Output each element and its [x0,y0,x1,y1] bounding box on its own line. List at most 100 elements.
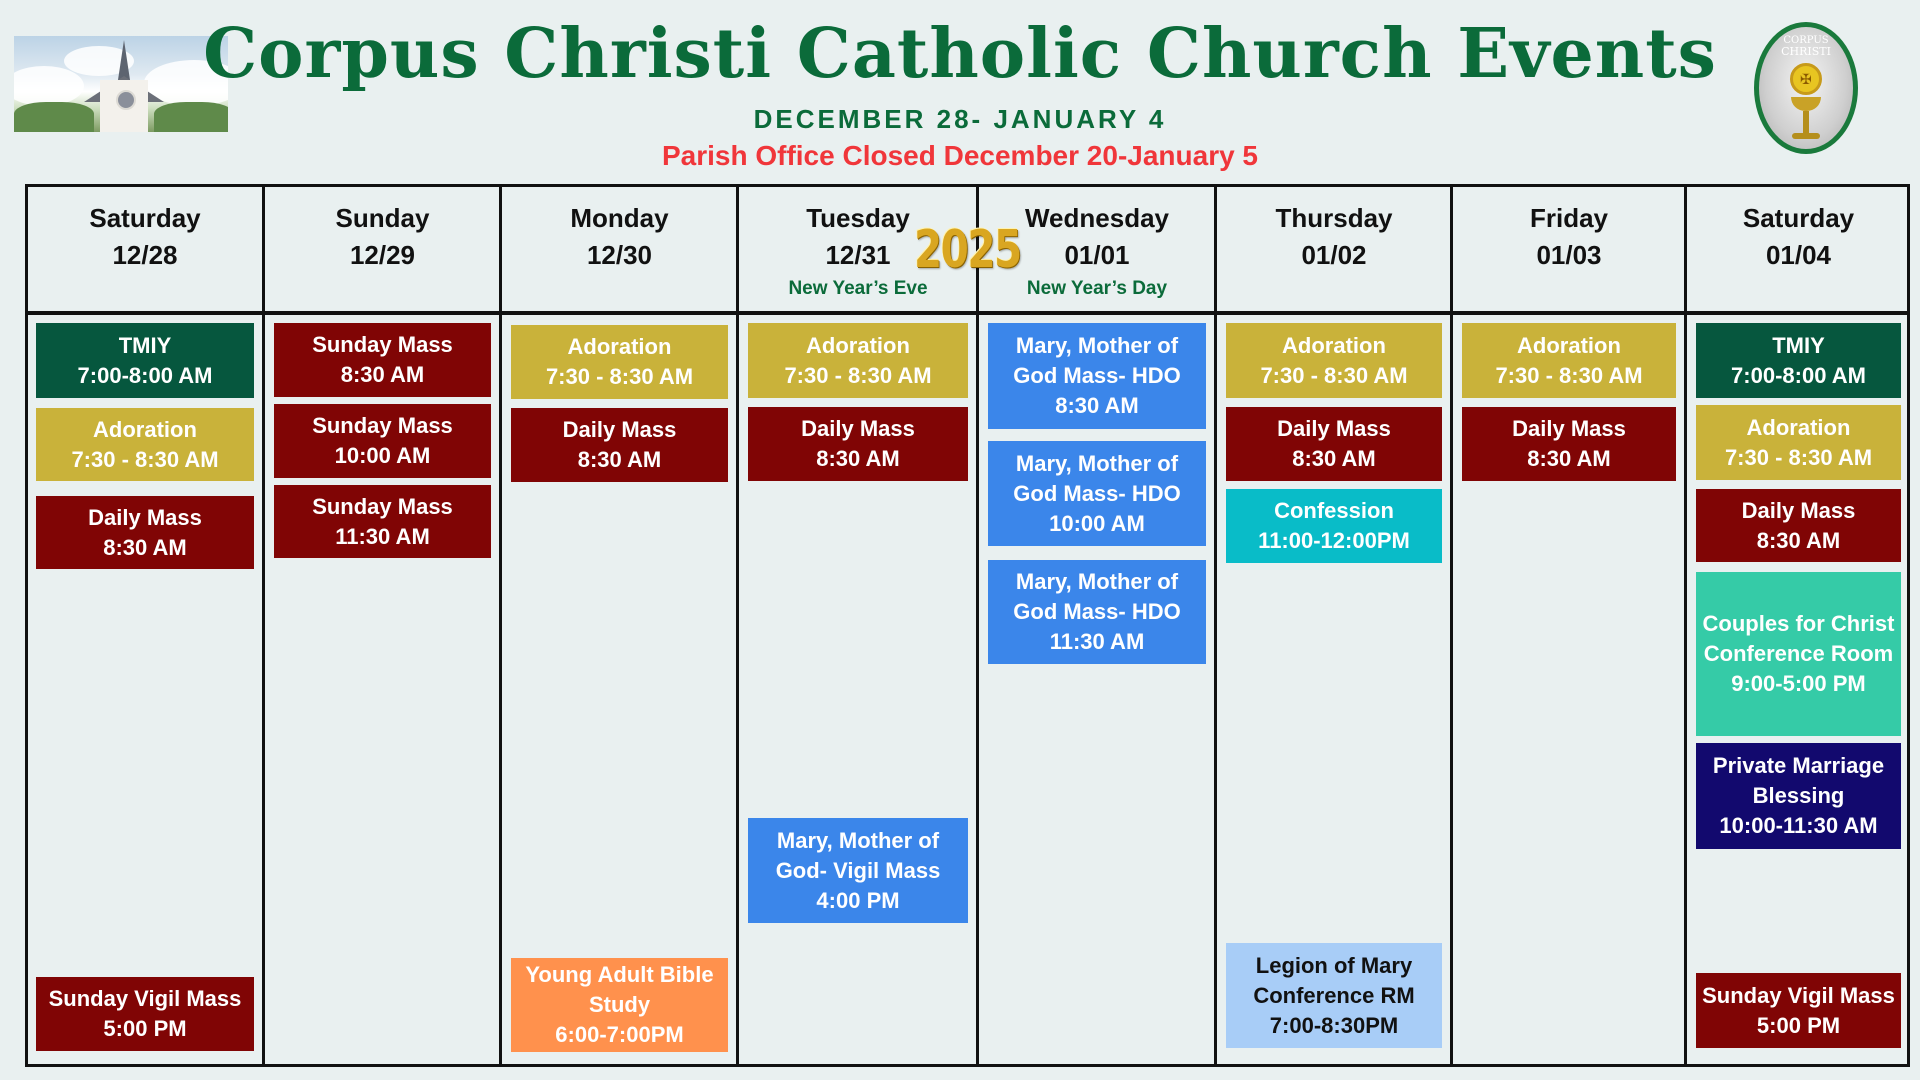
event-title: Sunday Vigil Mass [1702,982,1895,1008]
event-time: 4:00 PM [816,887,900,913]
event-mass[interactable]: Daily Mass 8:30 AM [1226,407,1442,481]
event-title: Daily Mass [1277,416,1391,441]
event-mass[interactable]: Sunday Mass 11:30 AM [274,485,491,558]
day-date: 12/30 [586,240,653,270]
event-mass[interactable]: Daily Mass 8:30 AM [1462,407,1676,481]
day-header: Thursday 01/02 [1218,200,1450,274]
event-title: Adoration [1517,332,1621,358]
event-tmiy[interactable]: TMIY 7:00-8:00 AM [1696,323,1901,398]
event-time: 8:30 AM [816,446,900,471]
column-divider [1214,184,1217,1067]
day-header: Saturday 12/28 [28,200,262,274]
event-time: 7:30 - 8:30 AM [1495,362,1643,388]
event-adoration[interactable]: Adoration 7:30 - 8:30 AM [511,325,728,399]
event-title: Adoration [1282,332,1386,358]
logo-text-mid: CHRISTI [1781,45,1831,58]
event-time: 7:30 - 8:30 AM [71,446,219,472]
event-mass[interactable]: Daily Mass 8:30 AM [1696,489,1901,562]
event-adoration[interactable]: Adoration 7:30 - 8:30 AM [36,408,254,481]
event-time: 10:00-11:30 AM [1719,813,1878,838]
year-2025-badge: 2025 [914,220,1022,280]
event-young-adult[interactable]: Young Adult Bible Study 6:00-7:00PM [511,958,728,1052]
event-tmiy[interactable]: TMIY 7:00-8:00 AM [36,323,254,398]
event-adoration[interactable]: Adoration 7:30 - 8:30 AM [1462,323,1676,398]
event-time: 8:30 AM [1292,446,1376,471]
chalice-stem [1803,111,1809,133]
event-couples[interactable]: Couples for Christ Conference Room 9:00-5… [1696,572,1901,736]
event-time: 5:00 PM [1756,1012,1841,1038]
event-time: 10:00 AM [1049,510,1145,536]
column-divider [262,184,265,1067]
day-header: Sunday 12/29 [266,200,499,274]
column-divider [976,184,979,1067]
event-time: 7:30 - 8:30 AM [1724,444,1873,470]
event-mass[interactable]: Sunday Vigil Mass 5:00 PM [36,977,254,1051]
event-confession[interactable]: Confession 11:00-12:00PM [1226,489,1442,563]
event-title: Sunday Mass [312,413,453,438]
column-divider [1684,184,1687,1067]
day-date: 01/04 [1765,240,1832,270]
event-mass[interactable]: Sunday Mass 8:30 AM [274,323,491,397]
column-divider [736,184,739,1067]
chalice-icon [1791,97,1821,111]
event-title: Daily Mass [1741,497,1856,523]
day-date: 12/29 [349,240,416,270]
chalice-base [1792,133,1820,139]
event-title: Sunday Mass [312,493,453,519]
event-time: 7:30 - 8:30 AM [1260,362,1408,388]
eucharist-host-icon: ✠ [1790,63,1822,95]
event-time: 7:30 - 8:30 AM [545,364,694,389]
date-range: DECEMBER 28- JANUARY 4 [753,104,1167,134]
event-title: Mary, Mother of God- Vigil Mass [775,827,941,883]
holiday-label: New Year’s Eve [788,278,928,299]
event-title: Legion of Mary Conference RM [1253,952,1415,1008]
day-name: Monday [570,203,669,233]
event-time: 6:00-7:00PM [555,1022,684,1047]
event-time: 9:00-5:00 PM [1731,671,1866,696]
event-time: 8:30 AM [340,362,425,387]
event-mass[interactable]: Daily Mass 8:30 AM [748,407,968,481]
event-title: Daily Mass [562,417,677,442]
event-legion[interactable]: Legion of Mary Conference RM 7:00-8:30PM [1226,943,1442,1048]
event-title: Adoration [1746,414,1851,440]
event-adoration[interactable]: Adoration 7:30 - 8:30 AM [748,323,968,398]
column-divider [499,184,502,1067]
event-mass[interactable]: Daily Mass 8:30 AM [36,496,254,569]
event-adoration[interactable]: Adoration 7:30 - 8:30 AM [1226,323,1442,398]
event-mass[interactable]: Sunday Mass 10:00 AM [274,404,491,478]
day-name: Saturday [1742,203,1855,233]
event-time: 10:00 AM [334,443,431,468]
event-time: 11:30 AM [335,523,430,549]
day-name: Thursday [1275,203,1393,233]
event-holy-day-mass[interactable]: Mary, Mother of God Mass- HDO 8:30 AM [988,323,1206,429]
day-date: 01/03 [1536,240,1602,270]
event-title: TMIY [1772,332,1825,358]
event-mass[interactable]: Sunday Vigil Mass 5:00 PM [1696,973,1901,1048]
event-time: 8:30 AM [577,447,662,472]
event-title: Couples for Christ Conference Room [1702,611,1895,666]
day-name: Saturday [89,203,201,233]
event-time: 11:30 AM [1049,629,1145,654]
event-time: 8:30 AM [1527,446,1611,471]
page-title: Corpus Christi Catholic Church Events [203,14,1717,94]
day-date: 12/28 [112,240,178,270]
event-private-blessing[interactable]: Private Marriage Blessing 10:00-11:30 AM [1696,743,1901,849]
event-time: 7:00-8:30PM [1269,1012,1399,1038]
event-holy-day-mass[interactable]: Mary, Mother of God- Vigil Mass 4:00 PM [748,818,968,923]
event-mass[interactable]: Daily Mass 8:30 AM [511,408,728,482]
event-title: Private Marriage Blessing [1712,753,1885,808]
event-time: 8:30 AM [1055,393,1139,418]
event-title: Daily Mass [801,416,915,441]
day-name: Friday [1529,203,1609,233]
event-holy-day-mass[interactable]: Mary, Mother of God Mass- HDO 11:30 AM [988,560,1206,664]
event-time: 7:30 - 8:30 AM [784,362,932,388]
event-title: Daily Mass [1512,416,1626,441]
event-adoration[interactable]: Adoration 7:30 - 8:30 AM [1696,405,1901,480]
event-holy-day-mass[interactable]: Mary, Mother of God Mass- HDO 10:00 AM [988,441,1206,546]
holiday-label: New Year’s Day [1026,278,1168,299]
day-header: Saturday 01/04 [1688,200,1909,274]
header-divider [25,311,1910,315]
event-title: Mary, Mother of God Mass- HDO [1013,450,1181,506]
event-time: 8:30 AM [1756,527,1841,553]
event-title: Young Adult Bible Study [525,962,714,1017]
